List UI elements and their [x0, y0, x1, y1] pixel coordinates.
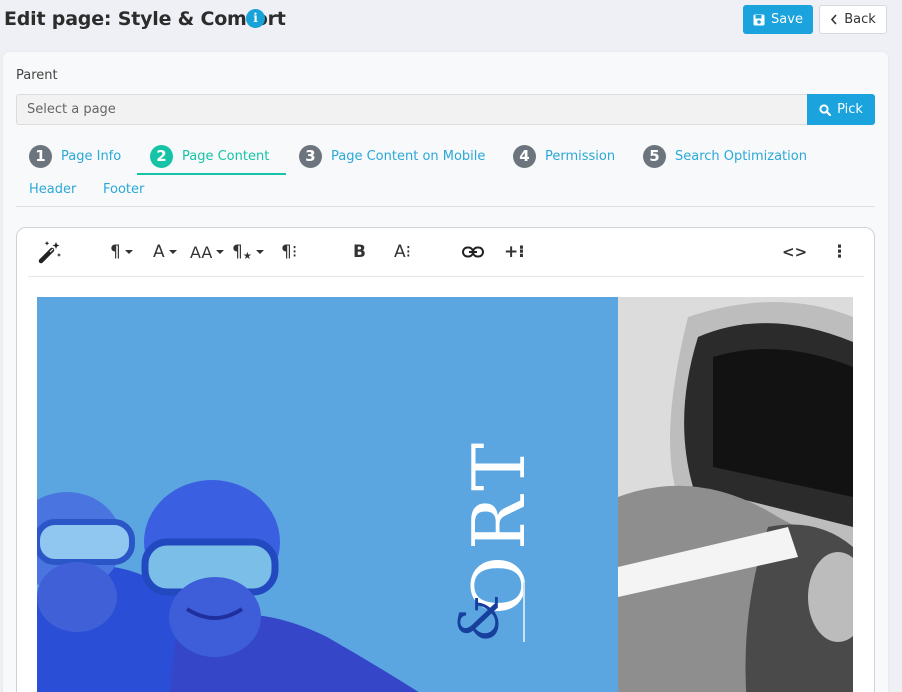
tabs-divider: [16, 206, 875, 207]
paragraph-format-label: ¶: [110, 242, 121, 262]
bold-button[interactable]: B: [353, 240, 366, 264]
more-menu-button[interactable]: ⋮: [831, 240, 848, 264]
paragraph-style-button[interactable]: ¶ ★: [232, 240, 264, 264]
more-paragraph-label: ¶⁝: [281, 242, 298, 262]
tab-label: Page Content on Mobile: [331, 148, 486, 164]
font-family-button[interactable]: A: [153, 240, 177, 264]
more-paragraph-button[interactable]: ¶⁝: [281, 240, 297, 264]
toolbar-divider: [28, 276, 864, 277]
page-title: Edit page: Style & Comfort: [4, 8, 286, 30]
tab-permission[interactable]: 4 Permission: [513, 144, 615, 168]
active-tab-indicator: [137, 173, 286, 175]
code-view-button[interactable]: <>: [782, 240, 807, 264]
search-icon: [819, 103, 832, 116]
caret-down-icon: [124, 250, 133, 254]
tab-number: 2: [150, 144, 173, 168]
more-text-button[interactable]: A⁝: [394, 240, 411, 264]
save-button-label: Save: [771, 12, 803, 27]
font-family-label: A: [153, 242, 165, 262]
caret-down-icon: [216, 250, 225, 254]
magic-wand-icon: [38, 241, 61, 264]
back-button-label: Back: [844, 12, 876, 27]
font-size-label: AA: [190, 242, 213, 262]
hero-image-blue[interactable]: ORT &: [37, 297, 618, 692]
pick-button-label: Pick: [837, 102, 863, 117]
tab-page-info[interactable]: 1 Page Info: [29, 144, 121, 168]
tab-label: Page Info: [61, 148, 122, 164]
tab-footer[interactable]: Footer: [103, 182, 144, 197]
tab-number: 1: [29, 144, 52, 168]
tab-label: Permission: [545, 148, 616, 164]
hero-ampersand: &: [447, 594, 511, 643]
parent-page-input[interactable]: [16, 94, 808, 125]
parent-label: Parent: [16, 68, 58, 83]
tab-search-optimization[interactable]: 5 Search Optimization: [643, 144, 807, 168]
code-view-label: <>: [782, 243, 808, 261]
paragraph-style-label: ¶: [232, 242, 243, 262]
star-icon: ★: [242, 250, 252, 262]
link-icon: [462, 246, 484, 258]
bold-label: B: [353, 242, 366, 262]
more-insert-button[interactable]: +⁝: [504, 240, 525, 264]
more-menu-label: ⋮: [831, 242, 848, 262]
paragraph-format-button[interactable]: ¶: [110, 240, 133, 264]
floppy-disk-icon: [753, 14, 765, 25]
more-text-label: A⁝: [394, 242, 412, 262]
tab-number: 5: [643, 144, 666, 168]
back-button[interactable]: Back: [819, 5, 887, 34]
pick-button[interactable]: Pick: [807, 94, 875, 125]
tab-header[interactable]: Header: [29, 182, 76, 197]
tab-label: Search Optimization: [675, 148, 807, 164]
tab-number: 4: [513, 144, 536, 168]
hero-image-grayscale[interactable]: [618, 297, 853, 692]
hero-divider-line: [523, 582, 525, 642]
top-bar: Edit page: Style & Comfort i Save Back: [0, 0, 902, 44]
hero-vertical-text: ORT: [457, 437, 541, 615]
caret-down-icon: [255, 250, 264, 254]
more-insert-label: +⁝: [504, 242, 525, 262]
tab-number: 3: [299, 144, 322, 168]
tab-page-content-mobile[interactable]: 3 Page Content on Mobile: [299, 144, 485, 168]
rich-text-editor[interactable]: ¶ A AA ¶ ★ ¶⁝ B A⁝ +⁝ <> ⋮ ORT &: [16, 227, 875, 692]
tab-page-content[interactable]: 2 Page Content: [150, 144, 269, 168]
chevron-left-icon: [831, 14, 837, 25]
info-icon[interactable]: i: [246, 9, 265, 28]
insert-link-button[interactable]: [462, 240, 484, 264]
caret-down-icon: [168, 250, 177, 254]
save-button[interactable]: Save: [743, 5, 813, 34]
magic-wand-button[interactable]: [37, 240, 63, 264]
font-size-button[interactable]: AA: [190, 240, 225, 264]
skier-goggles-photo: [618, 297, 853, 692]
tab-label: Page Content: [182, 148, 270, 164]
